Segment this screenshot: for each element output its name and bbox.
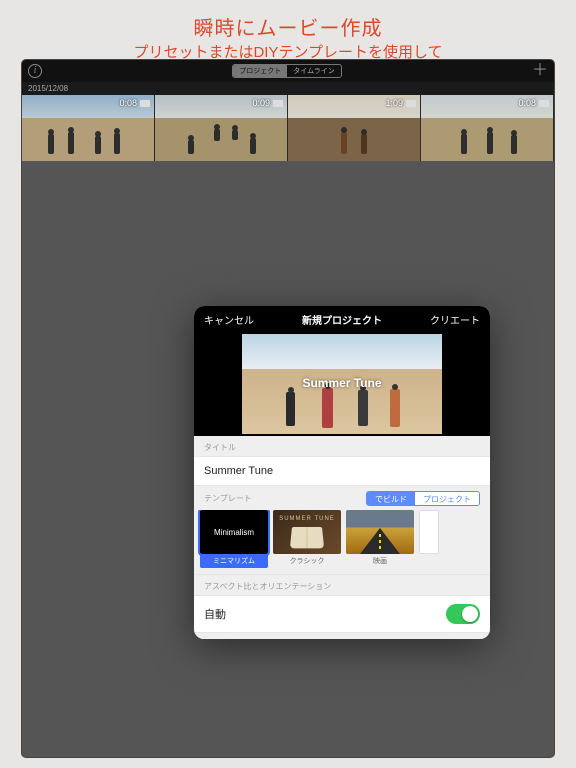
clip-duration: 0:08 — [119, 98, 137, 108]
clip-thumbnail[interactable]: 0:08 — [22, 95, 154, 161]
seg-build[interactable]: でビルド — [367, 492, 415, 505]
title-section-label: タイトル — [194, 436, 490, 456]
auto-label: 自動 — [204, 606, 226, 622]
seg-project[interactable]: プロジェクト — [233, 65, 287, 77]
device-frame: i プロジェクト タイムライン ＋ 2015/12/08 0:08 — [22, 60, 554, 757]
app-store-screenshot: 瞬時にムービー作成 プリセットまたはDIYテンプレートを使用して i プロジェク… — [0, 0, 576, 768]
view-segmented-control[interactable]: プロジェクト タイムライン — [232, 64, 342, 78]
template-caption: クラシック — [273, 554, 341, 568]
new-project-modal: キャンセル 新規プロジェクト クリエート Summer Tune タイトル Su… — [194, 306, 490, 639]
auto-orientation-row: 自動 — [194, 595, 490, 633]
template-caption — [419, 554, 439, 558]
create-button[interactable]: クリエート — [430, 312, 480, 327]
cancel-button[interactable]: キャンセル — [204, 312, 254, 327]
template-section-label: テンプレート — [204, 493, 252, 504]
video-icon — [140, 100, 150, 107]
add-icon[interactable]: ＋ — [532, 64, 548, 78]
seg-timeline[interactable]: タイムライン — [287, 65, 341, 77]
clip-thumbnail[interactable]: 1:09 — [288, 95, 420, 161]
template-header: テンプレート でビルド プロジェクト — [194, 486, 490, 510]
date-header: 2015/12/08 — [22, 82, 554, 95]
info-icon[interactable]: i — [28, 64, 42, 78]
template-thumb-label: Minimalism — [214, 528, 254, 537]
template-minimalism[interactable]: Minimalism ミニマリズム — [200, 510, 268, 568]
template-classic[interactable]: SUMMER TUNE クラシック — [273, 510, 341, 568]
clip-duration: 0:08 — [518, 98, 536, 108]
template-movie[interactable]: 映画 — [346, 510, 414, 568]
template-mode-segmented-control[interactable]: でビルド プロジェクト — [366, 491, 480, 506]
promo-subtitle: プリセットまたはDIYテンプレートを使用して — [0, 41, 576, 62]
modal-title: 新規プロジェクト — [302, 312, 382, 327]
clip-duration: 0:09 — [252, 98, 270, 108]
preview-area: Summer Tune — [194, 332, 490, 436]
modal-header: キャンセル 新規プロジェクト クリエート — [194, 306, 490, 332]
video-icon — [273, 100, 283, 107]
promo-title: 瞬時にムービー作成 — [0, 12, 576, 41]
video-icon — [539, 100, 549, 107]
promo-banner: 瞬時にムービー作成 プリセットまたはDIYテンプレートを使用して — [0, 0, 576, 68]
preview-title-overlay: Summer Tune — [242, 376, 442, 390]
clip-thumbnail[interactable]: 0:08 — [421, 95, 553, 161]
clip-thumbnail[interactable]: 0:09 — [155, 95, 287, 161]
video-icon — [406, 100, 416, 107]
template-more[interactable] — [419, 510, 439, 568]
template-caption: ミニマリズム — [200, 554, 268, 568]
clip-duration: 1:09 — [385, 98, 403, 108]
seg-project-mode[interactable]: プロジェクト — [415, 492, 479, 505]
template-thumb-label: SUMMER TUNE — [279, 516, 335, 522]
clip-row: 0:08 0:09 1:09 — [22, 95, 554, 161]
template-carousel[interactable]: Minimalism ミニマリズム SUMMER TUNE クラシック 映画 — [194, 510, 490, 574]
auto-toggle[interactable] — [446, 604, 480, 624]
title-input[interactable]: Summer Tune — [194, 456, 490, 486]
aspect-section-label: アスペクト比とオリエンテーション — [194, 574, 490, 595]
template-caption: 映画 — [346, 554, 414, 568]
app-topbar: i プロジェクト タイムライン ＋ — [22, 60, 554, 82]
